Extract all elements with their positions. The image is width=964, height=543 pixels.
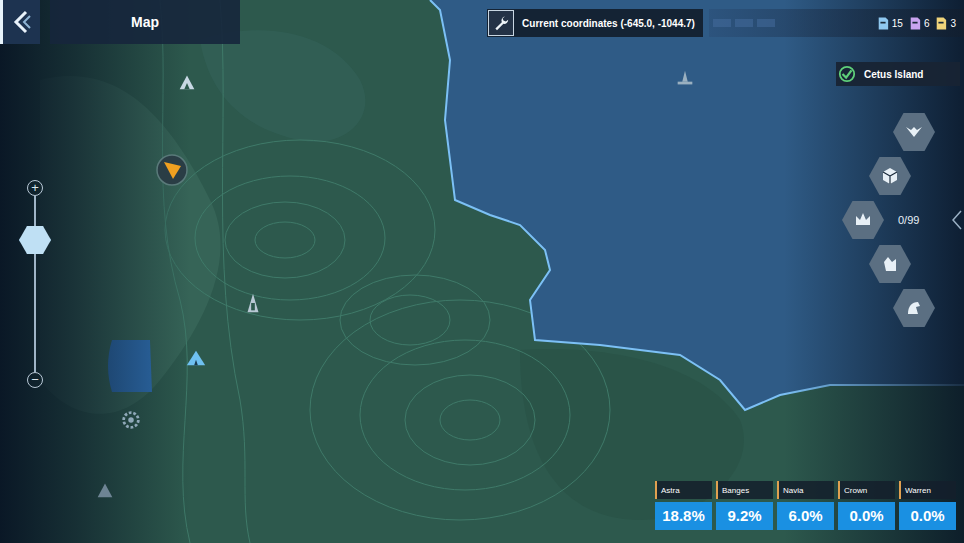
character-percent: 9.2%: [716, 502, 773, 530]
region-chip[interactable]: Cetus Island: [836, 62, 960, 86]
zoom-knob[interactable]: [19, 226, 51, 254]
region-name: Cetus Island: [864, 69, 923, 80]
character-percent: 0.0%: [838, 502, 895, 530]
character-percent: 6.0%: [777, 502, 834, 530]
character-name: Astra: [655, 481, 712, 499]
filter-button[interactable]: [842, 201, 884, 239]
character-card[interactable]: Warren 0.0%: [899, 481, 956, 530]
check-icon: [838, 65, 856, 83]
top-bar: Map Current coordinates (-645.0, -1044.7)…: [0, 0, 964, 44]
card-icon: [877, 16, 889, 31]
resource-count: 6: [924, 18, 930, 29]
card-icon: [909, 16, 921, 31]
character-card[interactable]: Banges 9.2%: [716, 481, 773, 530]
filter-button[interactable]: [869, 157, 911, 195]
card-icon: [935, 16, 947, 31]
character-name: Crown: [838, 481, 895, 499]
back-chevron-icon: [12, 10, 32, 34]
title: Map: [131, 14, 159, 30]
zoom-slider[interactable]: [26, 196, 44, 372]
creature-icon: [904, 298, 924, 318]
filter-button[interactable]: [869, 245, 911, 283]
title-bar: Map: [50, 0, 240, 44]
wrench-icon[interactable]: [488, 10, 514, 36]
character-name: Warren: [899, 481, 956, 499]
character-percent: 18.8%: [655, 502, 712, 530]
character-name: Navia: [777, 481, 834, 499]
character-percent: 0.0%: [899, 502, 956, 530]
coordinates-text: Current coordinates (-645.0, -1044.7): [522, 18, 695, 29]
right-panel: Cetus Island 0/99: [836, 44, 964, 481]
resource-slots: [709, 19, 871, 27]
filter-buttons: 0/99: [836, 112, 964, 328]
filter-button[interactable]: [893, 289, 935, 327]
left-fade: [0, 0, 190, 543]
resources: 1563: [709, 9, 964, 37]
crown-icon: [853, 210, 873, 230]
expand-arrow-icon[interactable]: [952, 210, 962, 230]
hud: Map Current coordinates (-645.0, -1044.7)…: [0, 0, 964, 543]
character-name: Banges: [716, 481, 773, 499]
cube-icon: [880, 166, 900, 186]
filter-button[interactable]: [893, 113, 935, 151]
character-bar: Astra18.8%Banges9.2%Navia6.0%Crown0.0%Wa…: [0, 481, 964, 543]
character-card[interactable]: Astra 18.8%: [655, 481, 712, 530]
crystal-icon: [880, 254, 900, 274]
tent-icon[interactable]: [185, 347, 207, 369]
gear-icon[interactable]: [120, 409, 142, 431]
camp-icon[interactable]: [176, 71, 198, 93]
resource-item: 6: [909, 16, 930, 31]
character-card[interactable]: Navia 6.0%: [777, 481, 834, 530]
resource-count: 15: [892, 18, 903, 29]
buoy-icon[interactable]: [674, 67, 696, 89]
coordinates: Current coordinates (-645.0, -1044.7): [487, 9, 703, 37]
resource-item: 15: [877, 16, 903, 31]
collected-count: 0/99: [898, 214, 919, 226]
wings-icon: [904, 122, 924, 142]
island-map[interactable]: [0, 0, 964, 543]
resource-item: 3: [935, 16, 956, 31]
zoom-out-button[interactable]: −: [27, 372, 43, 388]
camp-icon[interactable]: [94, 479, 116, 501]
character-card[interactable]: Crown 0.0%: [838, 481, 895, 530]
resource-count: 3: [950, 18, 956, 29]
back-button[interactable]: [0, 0, 40, 44]
tower-icon[interactable]: [242, 292, 264, 314]
zoom-control: +−: [26, 180, 44, 481]
zoom-in-button[interactable]: +: [27, 180, 43, 196]
map-screen: Map Current coordinates (-645.0, -1044.7)…: [0, 0, 964, 543]
map-body: +−Cetus Island0/99: [0, 44, 964, 481]
player-arrow-icon[interactable]: [154, 152, 190, 188]
